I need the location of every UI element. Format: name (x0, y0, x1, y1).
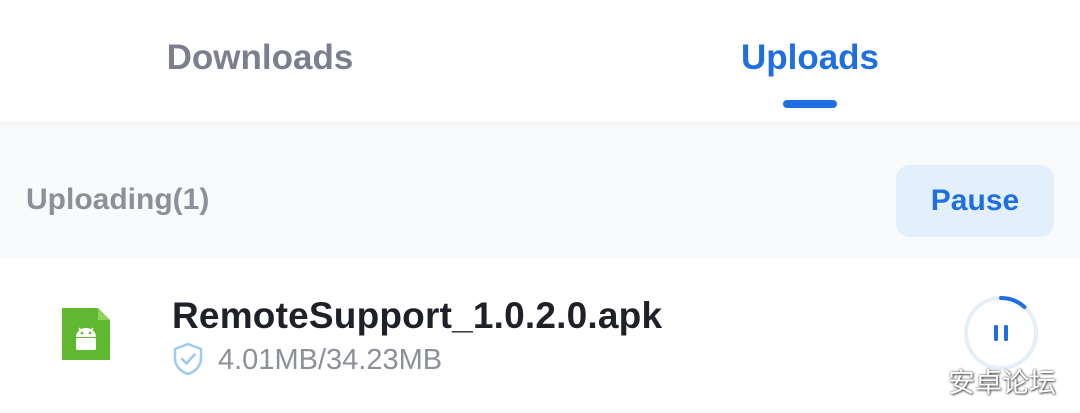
uploads-screen: Downloads Uploads Uploading(1) Pause Rem… (0, 0, 1080, 413)
tab-uploads[interactable]: Uploads (680, 36, 940, 80)
watermark-logo: 安卓论坛 (948, 368, 1056, 399)
uploading-count-label: Uploading(1) (26, 183, 210, 216)
upload-list-item[interactable]: RemoteSupport_1.0.2.0.apk 4.01MB/34.23MB (0, 258, 1080, 410)
tab-bar: Downloads Uploads (0, 0, 1080, 122)
pause-all-button[interactable]: Pause (896, 165, 1054, 237)
tab-downloads[interactable]: Downloads (130, 36, 390, 80)
active-tab-indicator (783, 100, 837, 108)
shield-check-icon (172, 342, 204, 376)
file-name: RemoteSupport_1.0.2.0.apk (172, 295, 663, 336)
pause-upload-button[interactable] (962, 294, 1040, 372)
android-apk-icon (62, 308, 110, 360)
upload-size-progress: 4.01MB/34.23MB (218, 344, 443, 376)
